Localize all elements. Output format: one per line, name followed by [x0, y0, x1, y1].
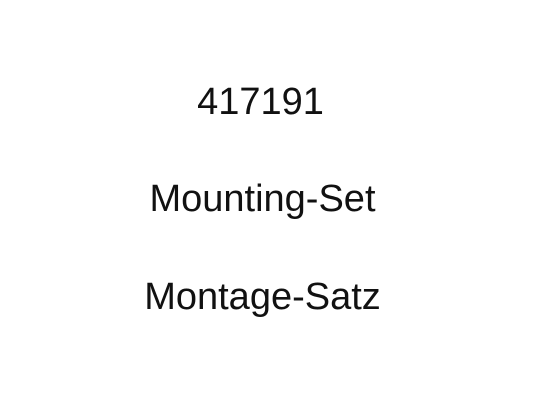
part-number: 417191	[197, 81, 324, 123]
product-name-german: Montage-Satz	[144, 276, 381, 318]
product-name-english: Mounting-Set	[149, 178, 376, 220]
label-page: 417191 Mounting-Set Montage-Satz	[0, 0, 533, 400]
